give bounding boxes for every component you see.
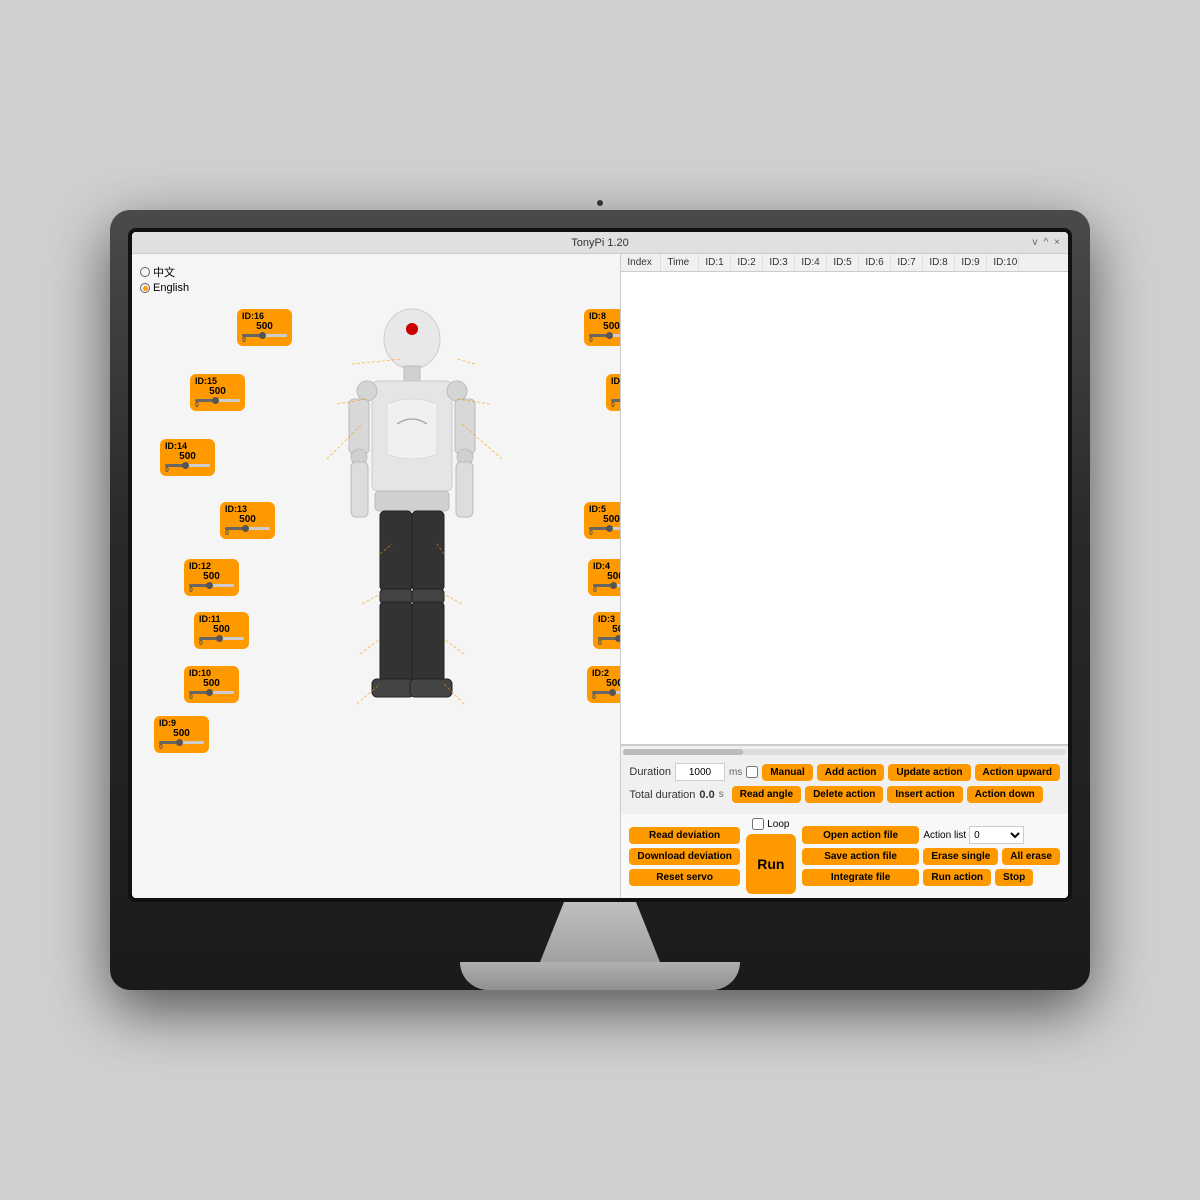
left-panel: 中文 English bbox=[132, 254, 620, 898]
servo-box-id9: ID:9 500 0 bbox=[154, 716, 209, 753]
servo-box-id8: ID:8 500 0 bbox=[584, 309, 620, 346]
monitor-outer: TonyPi 1.20 v ^ × 中文 bbox=[110, 210, 1090, 990]
th-id9: ID:9 bbox=[955, 254, 987, 271]
loop-row: Loop bbox=[752, 818, 789, 830]
table-scrollbar[interactable] bbox=[621, 745, 1068, 757]
left-buttons-column: Read deviation Download deviation Reset … bbox=[629, 827, 739, 886]
monitor-stand-base bbox=[460, 962, 740, 990]
radio-chinese bbox=[140, 267, 150, 277]
servo-box-id5: ID:5 500 0 bbox=[584, 502, 620, 539]
th-id5: ID:5 bbox=[827, 254, 859, 271]
integrate-file-button[interactable]: Integrate file bbox=[802, 869, 920, 886]
servo-box-id7: ID:7 500 0 bbox=[606, 374, 620, 411]
th-id8: ID:8 bbox=[923, 254, 955, 271]
action-list-select[interactable]: 0 bbox=[969, 826, 1024, 844]
update-action-button[interactable]: Update action bbox=[888, 764, 970, 781]
insert-action-button[interactable]: Insert action bbox=[887, 786, 962, 803]
duration-checkbox[interactable] bbox=[746, 766, 758, 778]
table-body bbox=[621, 272, 1068, 740]
duration-label: Duration bbox=[629, 766, 671, 778]
download-deviation-button[interactable]: Download deviation bbox=[629, 848, 739, 865]
stop-button[interactable]: Stop bbox=[995, 869, 1033, 886]
open-action-file-button[interactable]: Open action file bbox=[802, 826, 920, 844]
screen-bezel: TonyPi 1.20 v ^ × 中文 bbox=[128, 228, 1072, 902]
app-content: 中文 English bbox=[132, 254, 1068, 898]
lang-chinese[interactable]: 中文 bbox=[140, 264, 189, 280]
servo-box-id12: ID:12 500 0 bbox=[184, 559, 239, 596]
erase-single-button[interactable]: Erase single bbox=[923, 848, 998, 865]
minimize-button[interactable]: v bbox=[1032, 237, 1037, 248]
servo-box-id3: ID:3 500 0 bbox=[593, 612, 620, 649]
duration-unit: ms bbox=[729, 767, 742, 778]
servo-box-id4: ID:4 500 0 bbox=[588, 559, 620, 596]
loop-checkbox[interactable] bbox=[752, 818, 764, 830]
language-selector: 中文 English bbox=[140, 264, 189, 296]
th-id1: ID:1 bbox=[699, 254, 731, 271]
loop-label: Loop bbox=[767, 819, 789, 830]
servo-box-id2: ID:2 500 0 bbox=[587, 666, 620, 703]
servo-box-id14: ID:14 500 0 bbox=[160, 439, 215, 476]
close-button[interactable]: × bbox=[1054, 237, 1060, 248]
servo-box-id15: ID:15 500 0 bbox=[190, 374, 245, 411]
erase-buttons: Erase single All erase bbox=[923, 848, 1060, 865]
servo-box-id11: ID:11 500 0 bbox=[194, 612, 249, 649]
app-window: TonyPi 1.20 v ^ × 中文 bbox=[132, 232, 1068, 898]
webcam bbox=[597, 200, 603, 206]
read-deviation-button[interactable]: Read deviation bbox=[629, 827, 739, 844]
right-panel: Index Time ID:1 ID:2 ID:3 ID:4 ID:5 ID:6… bbox=[620, 254, 1068, 898]
run-stop-buttons: Run action Stop bbox=[923, 869, 1060, 886]
controls-area: Duration ms Manual Add action Update act… bbox=[621, 757, 1068, 814]
maximize-button[interactable]: ^ bbox=[1043, 237, 1048, 248]
action-upward-button[interactable]: Action upward bbox=[975, 764, 1060, 781]
run-action-button[interactable]: Run action bbox=[923, 869, 991, 886]
scrollbar-track bbox=[623, 749, 1066, 755]
delete-action-button[interactable]: Delete action bbox=[805, 786, 883, 803]
run-button[interactable]: Run bbox=[746, 834, 796, 894]
duration-row: Duration ms Manual Add action Update act… bbox=[629, 763, 1060, 781]
robot-container bbox=[242, 284, 582, 864]
th-id7: ID:7 bbox=[891, 254, 923, 271]
save-action-file-button[interactable]: Save action file bbox=[802, 848, 920, 865]
th-id10: ID:10 bbox=[987, 254, 1019, 271]
table-area: Index Time ID:1 ID:2 ID:3 ID:4 ID:5 ID:6… bbox=[621, 254, 1068, 745]
scrollbar-thumb[interactable] bbox=[623, 749, 743, 755]
action-list-wrap: Action list 0 bbox=[923, 826, 1060, 844]
total-duration-unit: s bbox=[719, 789, 724, 800]
th-id2: ID:2 bbox=[731, 254, 763, 271]
action-list-label: Action list bbox=[923, 830, 966, 841]
servo-box-id16: ID:16 500 0 bbox=[237, 309, 292, 346]
th-id4: ID:4 bbox=[795, 254, 827, 271]
th-index: Index bbox=[621, 254, 661, 271]
th-id3: ID:3 bbox=[763, 254, 795, 271]
read-angle-button[interactable]: Read angle bbox=[732, 786, 801, 803]
servo-box-id10: ID:10 500 0 bbox=[184, 666, 239, 703]
th-id6: ID:6 bbox=[859, 254, 891, 271]
window-title: TonyPi 1.20 bbox=[571, 237, 628, 249]
total-duration-label: Total duration bbox=[629, 789, 695, 801]
total-duration-value: 0.0 bbox=[699, 789, 714, 801]
manual-button[interactable]: Manual bbox=[762, 764, 812, 781]
table-header: Index Time ID:1 ID:2 ID:3 ID:4 ID:5 ID:6… bbox=[621, 254, 1068, 272]
monitor-stand-neck bbox=[540, 902, 660, 962]
run-column: Loop Run bbox=[746, 818, 796, 894]
right-buttons-grid: Open action file Action list 0 Save acti… bbox=[802, 826, 1060, 886]
lang-chinese-label: 中文 bbox=[153, 264, 175, 280]
action-down-button[interactable]: Action down bbox=[967, 786, 1043, 803]
lang-english-label: English bbox=[153, 282, 189, 294]
robot-svg bbox=[242, 284, 582, 864]
reset-servo-button[interactable]: Reset servo bbox=[629, 869, 739, 886]
bottom-buttons-section: Read deviation Download deviation Reset … bbox=[621, 814, 1068, 898]
servo-box-id13: ID:13 500 0 bbox=[220, 502, 275, 539]
duration-input[interactable] bbox=[675, 763, 725, 781]
lang-english[interactable]: English bbox=[140, 282, 189, 294]
title-bar: TonyPi 1.20 v ^ × bbox=[132, 232, 1068, 254]
total-duration-row: Total duration 0.0 s Read angle Delete a… bbox=[629, 786, 1060, 803]
all-erase-button[interactable]: All erase bbox=[1002, 848, 1060, 865]
th-time: Time bbox=[661, 254, 699, 271]
radio-english bbox=[140, 283, 150, 293]
add-action-button[interactable]: Add action bbox=[817, 764, 885, 781]
title-bar-controls: v ^ × bbox=[1032, 237, 1060, 248]
